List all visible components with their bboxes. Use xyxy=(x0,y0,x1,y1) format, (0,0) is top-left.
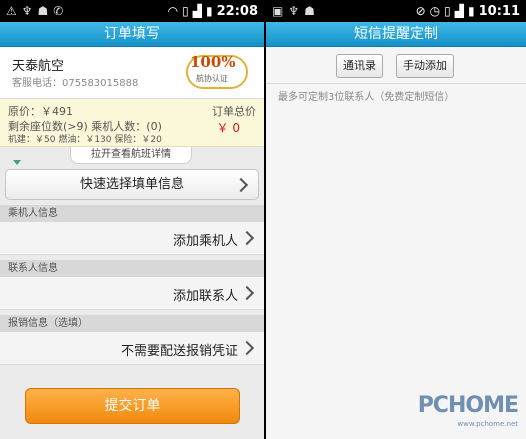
status-time: 10:11 xyxy=(478,3,520,19)
android-icon: ☗ xyxy=(37,4,49,18)
chevron-right-icon xyxy=(239,230,255,246)
service-phone: 客服电话：075583015888 xyxy=(12,78,139,89)
page-title: 订单填写 xyxy=(0,22,264,47)
image-icon: ▣ xyxy=(272,4,284,18)
reimbursement-row[interactable]: 不需要配送报销凭证 xyxy=(0,332,264,365)
submit-order-button[interactable]: 提交订单 xyxy=(25,388,240,424)
flight-details-pull[interactable]: 拉开查看航班详情 xyxy=(0,147,264,165)
chevron-right-icon xyxy=(239,285,255,301)
price-panel: 原价：￥491 剩余座位数(>9) 乘机人数：(0) 机建：￥50 燃油：￥13… xyxy=(0,99,264,147)
page-title: 短信提醒定制 xyxy=(266,22,526,47)
battery-icon: ▮ xyxy=(468,4,475,18)
missed-call-icon: ✆ xyxy=(53,4,64,18)
add-contact-label: 添加联系人 xyxy=(172,289,238,304)
add-passenger-label: 添加乘机人 xyxy=(172,234,238,249)
status-bar: ▣ ♆ ☗ ⊘ ◷ ▯ ▟ ▮ 10:11 xyxy=(266,0,526,22)
sms-reminder-screen: ▣ ♆ ☗ ⊘ ◷ ▯ ▟ ▮ 10:11 短信提醒定制 通讯录 手动添加 最多… xyxy=(266,0,526,439)
quick-select-label: 快速选择填单信息 xyxy=(79,177,184,192)
signal-icon: ▟ xyxy=(192,4,202,18)
total-label: 订单总价 xyxy=(212,105,256,118)
pchome-watermark: PCHOME www.pchome.net xyxy=(418,393,520,433)
chevron-right-icon xyxy=(239,340,255,356)
status-time: 22:08 xyxy=(216,3,258,19)
usb-icon: ♆ xyxy=(288,4,300,18)
reimbursement-label: 不需要配送报销凭证 xyxy=(120,344,238,359)
manual-add-button[interactable]: 手动添加 xyxy=(396,54,454,78)
total-price: ￥ 0 xyxy=(216,121,240,135)
airline-info: 天泰航空 客服电话：075583015888 100% 航协认证 xyxy=(0,47,264,99)
contacts-button[interactable]: 通讯录 xyxy=(336,54,383,78)
section-header-passenger: 乘机人信息 xyxy=(0,205,264,222)
badge-caption: 航协认证 xyxy=(196,74,228,83)
alarm-icon: ◷ xyxy=(429,4,441,18)
section-header-contact: 联系人信息 xyxy=(0,260,264,277)
badge-percent: 100% xyxy=(190,53,236,71)
sim-icon: ▯ xyxy=(444,4,451,18)
section-header-reimbursement: 报销信息（选填） xyxy=(0,315,264,332)
watermark-brand: PCHOME xyxy=(417,393,519,418)
battery-icon: ▮ xyxy=(206,4,213,18)
wifi-icon: ◠ xyxy=(167,4,179,18)
usb-icon: ♆ xyxy=(21,4,33,18)
fee-breakdown: 机建：￥50 燃油：￥130 保险：￥20 xyxy=(8,135,162,145)
add-passenger-row[interactable]: 添加乘机人 xyxy=(0,222,264,255)
pull-tab[interactable]: 拉开查看航班详情 xyxy=(70,147,192,164)
order-form-screen: ⚠ ♆ ☗ ✆ ◠ ▯ ▟ ▮ 22:08 订单填写 天泰航空 客服电话：075… xyxy=(0,0,264,439)
chevron-right-icon xyxy=(233,177,249,192)
sms-toolbar: 通讯录 手动添加 xyxy=(266,47,526,84)
status-bar: ⚠ ♆ ☗ ✆ ◠ ▯ ▟ ▮ 22:08 xyxy=(0,0,264,22)
signal-icon: ▟ xyxy=(454,4,464,18)
android-icon: ☗ xyxy=(304,4,315,18)
warning-icon: ⚠ xyxy=(6,4,17,18)
original-price: 原价：￥491 xyxy=(8,105,73,118)
add-contact-row[interactable]: 添加联系人 xyxy=(0,277,264,310)
wifi-off-icon: ⊘ xyxy=(415,4,426,18)
certification-badge: 100% 航协认证 xyxy=(186,53,248,89)
sim-icon: ▯ xyxy=(182,4,189,18)
quick-select-button[interactable]: 快速选择填单信息 xyxy=(5,169,259,200)
pull-arrow-icon xyxy=(13,160,21,165)
airline-name: 天泰航空 xyxy=(12,59,65,74)
watermark-url: www.pchome.net xyxy=(457,420,518,428)
sms-hint: 最多可定制3位联系人（免费定制短信） xyxy=(278,92,455,103)
